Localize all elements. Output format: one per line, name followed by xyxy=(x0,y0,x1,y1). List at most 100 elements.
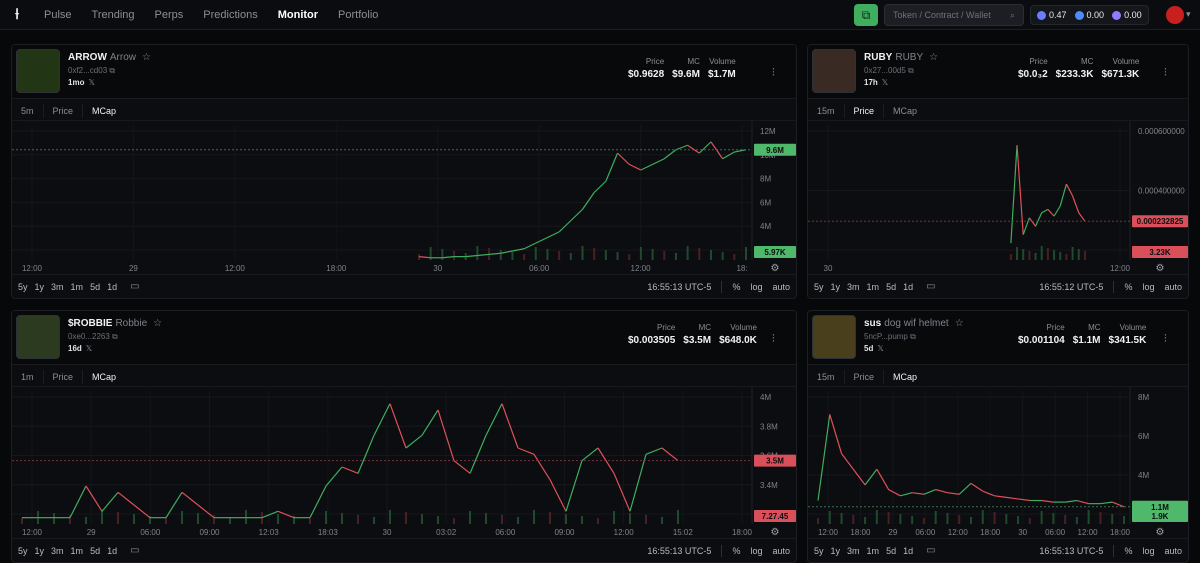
volume-bar xyxy=(533,510,535,524)
tab-1[interactable]: Price xyxy=(845,103,885,118)
nav-monitor[interactable]: Monitor xyxy=(268,0,328,30)
range-0[interactable]: 5y xyxy=(18,546,28,556)
balances[interactable]: 0.47 0.00 0.00 xyxy=(1030,5,1149,25)
main-nav: Pulse Trending Perps Predictions Monitor… xyxy=(34,0,388,30)
token-address[interactable]: 0x27...00d5 xyxy=(864,66,906,75)
token-address[interactable]: 5ncP...pump xyxy=(864,332,908,341)
star-icon[interactable]: ☆ xyxy=(153,318,162,329)
search-input[interactable]: Token / Contract / Wallet ⌕ xyxy=(884,4,1024,26)
copy-icon[interactable]: ⧉ xyxy=(112,332,118,341)
opt-auto[interactable]: auto xyxy=(1164,546,1182,556)
tab-2[interactable]: MCap xyxy=(83,104,125,118)
user-avatar[interactable] xyxy=(1166,6,1184,24)
range-1[interactable]: 1y xyxy=(831,546,841,556)
app-logo-icon[interactable]: ⟊ xyxy=(0,0,34,30)
x-social-icon[interactable]: 𝕏 xyxy=(882,78,888,87)
chart-settings-gear-icon[interactable]: ⚙ xyxy=(1156,527,1165,538)
balance-1: 0.47 xyxy=(1037,10,1067,20)
nav-trending[interactable]: Trending xyxy=(82,0,145,30)
star-icon[interactable]: ☆ xyxy=(929,52,938,63)
price-chart[interactable]: 4M3.8M3.6M3.4M3.2M12:002906:0009:0012:03… xyxy=(12,387,797,538)
opt-percent[interactable]: % xyxy=(732,546,740,556)
opt-auto[interactable]: auto xyxy=(1164,282,1182,292)
range-0[interactable]: 5y xyxy=(18,282,28,292)
chart-settings-gear-icon[interactable]: ⚙ xyxy=(1156,263,1165,274)
settings-sliders-icon[interactable]: ⫶ xyxy=(772,333,775,346)
token-thumbnail[interactable] xyxy=(812,49,856,93)
range-3[interactable]: 1m xyxy=(867,282,880,292)
token-thumbnail[interactable] xyxy=(16,49,60,93)
calendar-icon[interactable]: ▭ xyxy=(926,545,935,556)
range-1[interactable]: 1y xyxy=(831,282,841,292)
nav-portfolio[interactable]: Portfolio xyxy=(328,0,388,30)
opt-percent[interactable]: % xyxy=(1124,546,1132,556)
range-5[interactable]: 1d xyxy=(107,546,117,556)
opt-log[interactable]: log xyxy=(750,546,762,556)
chart-settings-gear-icon[interactable]: ⚙ xyxy=(771,527,780,538)
x-social-icon[interactable]: 𝕏 xyxy=(877,344,883,353)
tab-0[interactable]: 1m xyxy=(12,369,44,384)
opt-log[interactable]: log xyxy=(1142,282,1154,292)
range-1[interactable]: 1y xyxy=(35,546,45,556)
star-icon[interactable]: ☆ xyxy=(955,318,964,329)
tab-1[interactable]: Price xyxy=(44,369,84,384)
range-2[interactable]: 3m xyxy=(847,282,860,292)
x-social-icon[interactable]: 𝕏 xyxy=(86,344,92,353)
token-age: 16d xyxy=(68,344,82,353)
range-3[interactable]: 1m xyxy=(867,546,880,556)
range-4[interactable]: 5d xyxy=(90,546,100,556)
opt-auto[interactable]: auto xyxy=(772,546,790,556)
range-2[interactable]: 3m xyxy=(51,282,64,292)
tab-0[interactable]: 15m xyxy=(808,103,845,118)
settings-sliders-icon[interactable]: ⫶ xyxy=(1164,333,1167,346)
calendar-icon[interactable]: ▭ xyxy=(130,545,139,556)
calendar-icon[interactable]: ▭ xyxy=(130,281,139,292)
range-4[interactable]: 5d xyxy=(90,282,100,292)
nav-predictions[interactable]: Predictions xyxy=(193,0,267,30)
price-chart[interactable]: 8M6M4M2M12:0018:002906:0012:0018:003006:… xyxy=(808,387,1189,538)
tab-1[interactable]: Price xyxy=(845,369,885,384)
copy-icon[interactable]: ⧉ xyxy=(109,66,115,75)
star-icon[interactable]: ☆ xyxy=(142,52,151,63)
range-5[interactable]: 1d xyxy=(903,282,913,292)
copy-icon[interactable]: ⧉ xyxy=(908,66,914,75)
tab-2[interactable]: MCap xyxy=(83,370,125,384)
range-2[interactable]: 3m xyxy=(847,546,860,556)
tab-1[interactable]: Price xyxy=(44,103,84,118)
settings-sliders-icon[interactable]: ⫶ xyxy=(1164,67,1167,80)
range-3[interactable]: 1m xyxy=(71,282,84,292)
token-address[interactable]: 0xf2...cd03 xyxy=(68,66,107,75)
range-5[interactable]: 1d xyxy=(107,282,117,292)
range-1[interactable]: 1y xyxy=(35,282,45,292)
opt-percent[interactable]: % xyxy=(1124,282,1132,292)
nav-pulse[interactable]: Pulse xyxy=(34,0,82,30)
range-3[interactable]: 1m xyxy=(71,546,84,556)
nav-perps[interactable]: Perps xyxy=(145,0,194,30)
range-0[interactable]: 5y xyxy=(814,546,824,556)
calendar-icon[interactable]: ▭ xyxy=(926,281,935,292)
x-social-icon[interactable]: 𝕏 xyxy=(88,78,94,87)
chart-settings-gear-icon[interactable]: ⚙ xyxy=(771,263,780,274)
token-thumbnail[interactable] xyxy=(812,315,856,359)
token-address[interactable]: 0xe0...2263 xyxy=(68,332,110,341)
range-2[interactable]: 3m xyxy=(51,546,64,556)
range-0[interactable]: 5y xyxy=(814,282,824,292)
settings-sliders-icon[interactable]: ⫶ xyxy=(772,67,775,80)
tab-2[interactable]: MCap xyxy=(884,370,926,384)
price-chart[interactable]: 12M10M8M6M4M2M12:002912:0018:003006:0012… xyxy=(12,121,797,274)
token-thumbnail[interactable] xyxy=(16,315,60,359)
scan-button[interactable]: ⧉ xyxy=(854,4,878,26)
tab-0[interactable]: 15m xyxy=(808,369,845,384)
range-4[interactable]: 5d xyxy=(886,282,896,292)
range-4[interactable]: 5d xyxy=(886,546,896,556)
price-chart[interactable]: 0.0006000000.0004000000.0002000003012:00… xyxy=(808,121,1189,274)
tab-2[interactable]: MCap xyxy=(884,104,926,118)
chevron-down-icon[interactable]: ▾ xyxy=(1186,9,1191,20)
opt-percent[interactable]: % xyxy=(732,282,740,292)
copy-icon[interactable]: ⧉ xyxy=(910,332,916,341)
tab-0[interactable]: 5m xyxy=(12,103,44,118)
opt-log[interactable]: log xyxy=(1142,546,1154,556)
opt-auto[interactable]: auto xyxy=(772,282,790,292)
opt-log[interactable]: log xyxy=(750,282,762,292)
range-5[interactable]: 1d xyxy=(903,546,913,556)
